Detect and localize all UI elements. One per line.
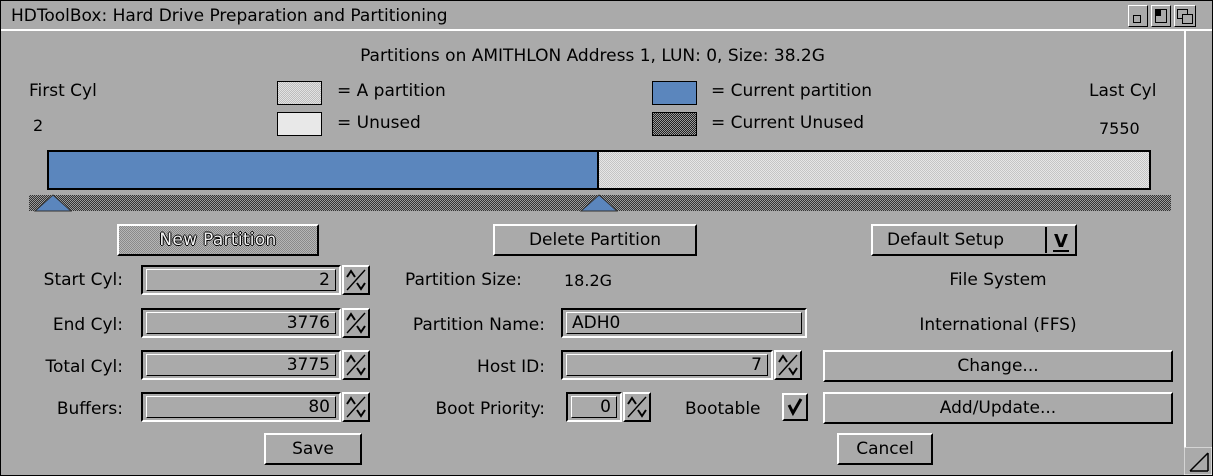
- end-cyl-field[interactable]: 3776: [141, 308, 341, 338]
- cancel-label: Cancel: [856, 439, 914, 459]
- total-cyl-stepper[interactable]: [342, 350, 370, 380]
- depth-icon[interactable]: [1174, 5, 1196, 27]
- delete-partition-button[interactable]: Delete Partition: [493, 224, 697, 256]
- window-title: HDToolBox: Hard Drive Preparation and Pa…: [11, 6, 448, 26]
- new-partition-label: New Partition: [159, 230, 277, 250]
- up-down-arrows-icon: [627, 396, 647, 418]
- partition-name-value: ADH0: [566, 312, 802, 334]
- zoom-icon[interactable]: [1151, 5, 1171, 27]
- host-id-value: 7: [566, 354, 768, 376]
- host-id-stepper[interactable]: [774, 350, 802, 380]
- partition-bar[interactable]: [47, 150, 1151, 190]
- file-system-label: File System: [949, 270, 1047, 290]
- unused-swatch: [277, 112, 322, 136]
- up-down-arrows-icon: [346, 354, 366, 376]
- svg-text:V: V: [1054, 231, 1068, 252]
- buffers-value: 80: [146, 396, 336, 418]
- default-setup-label: Default Setup: [887, 230, 1004, 250]
- current-unused-swatch: [652, 112, 697, 136]
- iconify-icon[interactable]: [1128, 5, 1148, 27]
- bootable-label: Bootable: [685, 399, 761, 419]
- partition-name-field[interactable]: ADH0: [561, 308, 807, 338]
- save-button[interactable]: Save: [264, 433, 362, 465]
- partition-size-value: 18.2G: [564, 271, 613, 290]
- current-partition-segment[interactable]: [49, 152, 599, 188]
- start-cyl-field[interactable]: 2: [141, 265, 341, 295]
- bootable-checkbox[interactable]: [782, 393, 808, 421]
- last-cyl-label: Last Cyl: [1089, 81, 1157, 101]
- partition-size-label: Partition Size:: [405, 270, 522, 290]
- up-down-arrows-icon: [346, 312, 366, 334]
- total-cyl-label: Total Cyl:: [45, 357, 124, 377]
- up-down-arrows-icon: [346, 396, 366, 418]
- delete-partition-label: Delete Partition: [528, 230, 662, 250]
- unused-legend: = Unused: [337, 113, 421, 133]
- partition-name-label: Partition Name:: [412, 315, 545, 335]
- boot-priority-stepper[interactable]: [623, 392, 651, 422]
- add-update-label: Add/Update...: [939, 398, 1057, 418]
- total-cyl-value: 3775: [146, 354, 336, 376]
- file-system-value: International (FFS): [919, 315, 1077, 335]
- first-cyl-label: First Cyl: [29, 81, 97, 101]
- current-unused-legend: = Current Unused: [711, 113, 864, 133]
- save-label: Save: [292, 439, 334, 459]
- first-cyl-value: 2: [33, 116, 44, 135]
- buffers-label: Buffers:: [56, 399, 123, 419]
- window-right-border: [1184, 31, 1212, 475]
- buffers-stepper[interactable]: [342, 392, 370, 422]
- last-cyl-value: 7550: [1099, 119, 1140, 138]
- buffers-field[interactable]: 80: [141, 392, 341, 422]
- end-cyl-stepper[interactable]: [342, 308, 370, 338]
- up-down-arrows-icon: [346, 269, 366, 291]
- end-cyl-value: 3776: [146, 312, 336, 334]
- up-down-arrows-icon: [778, 354, 798, 376]
- current-partition-legend: = Current partition: [711, 81, 873, 101]
- a-partition-swatch: [277, 81, 322, 105]
- hdtoolbox-window: HDToolBox: Hard Drive Preparation and Pa…: [0, 0, 1213, 476]
- a-partition-legend: = A partition: [337, 81, 446, 101]
- start-cyl-value: 2: [146, 269, 336, 291]
- end-marker-icon[interactable]: [580, 194, 618, 212]
- change-filesystem-button[interactable]: Change...: [823, 350, 1173, 382]
- cancel-button[interactable]: Cancel: [837, 433, 933, 465]
- change-label: Change...: [957, 356, 1039, 376]
- boot-priority-label: Boot Priority:: [435, 399, 545, 419]
- host-id-label: Host ID:: [477, 357, 545, 377]
- new-partition-button[interactable]: New Partition: [117, 224, 319, 256]
- start-cyl-stepper[interactable]: [342, 265, 370, 295]
- checkmark-icon: [787, 398, 803, 417]
- current-partition-swatch: [652, 81, 697, 105]
- start-cyl-label: Start Cyl:: [43, 270, 123, 290]
- drive-info: Partitions on AMITHLON Address 1, LUN: 0…: [360, 46, 825, 66]
- add-update-button[interactable]: Add/Update...: [823, 392, 1173, 424]
- boot-priority-value: 0: [571, 396, 617, 418]
- total-cyl-field[interactable]: 3775: [141, 350, 341, 380]
- boot-priority-field[interactable]: 0: [566, 392, 622, 422]
- host-id-field[interactable]: 7: [561, 350, 773, 380]
- resize-icon[interactable]: [1184, 447, 1212, 475]
- end-cyl-label: End Cyl:: [52, 315, 123, 335]
- dropdown-arrow-icon[interactable]: V: [1045, 225, 1075, 255]
- start-marker-icon[interactable]: [34, 194, 72, 212]
- title-bar[interactable]: HDToolBox: Hard Drive Preparation and Pa…: [1, 1, 1212, 31]
